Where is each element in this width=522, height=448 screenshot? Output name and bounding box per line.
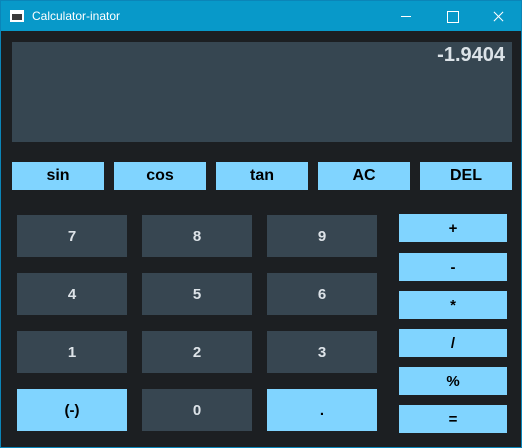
maximize-button[interactable] xyxy=(429,1,475,31)
window-app-icon xyxy=(10,10,24,22)
add-button[interactable]: + xyxy=(399,214,507,242)
sin-button[interactable]: sin xyxy=(12,162,104,190)
decimal-point-button[interactable]: . xyxy=(267,389,377,431)
digit-9-button[interactable]: 9 xyxy=(267,215,377,257)
digit-8-button[interactable]: 8 xyxy=(142,215,252,257)
digit-0-button[interactable]: 0 xyxy=(142,389,252,431)
digit-2-button[interactable]: 2 xyxy=(142,331,252,373)
cos-button[interactable]: cos xyxy=(114,162,206,190)
divide-button[interactable]: / xyxy=(399,329,507,357)
multiply-button[interactable]: * xyxy=(399,291,507,319)
title-bar[interactable]: Calculator-inator xyxy=(1,1,521,31)
calculator-window: Calculator-inator -1.9404 sin cos tan AC… xyxy=(0,0,522,448)
digit-4-button[interactable]: 4 xyxy=(17,273,127,315)
delete-button[interactable]: DEL xyxy=(420,162,512,190)
equals-button[interactable]: = xyxy=(399,405,507,433)
calculator-display: -1.9404 xyxy=(12,42,512,142)
subtract-button[interactable]: - xyxy=(399,253,507,281)
display-value: -1.9404 xyxy=(437,44,505,66)
minimize-button[interactable] xyxy=(383,1,429,31)
tan-button[interactable]: tan xyxy=(216,162,308,190)
digit-3-button[interactable]: 3 xyxy=(267,331,377,373)
digit-6-button[interactable]: 6 xyxy=(267,273,377,315)
modulo-button[interactable]: % xyxy=(399,367,507,395)
digit-7-button[interactable]: 7 xyxy=(17,215,127,257)
close-button[interactable] xyxy=(475,1,521,31)
window-title: Calculator-inator xyxy=(32,9,121,23)
all-clear-button[interactable]: AC xyxy=(318,162,410,190)
digit-1-button[interactable]: 1 xyxy=(17,331,127,373)
digit-5-button[interactable]: 5 xyxy=(142,273,252,315)
negate-button[interactable]: (-) xyxy=(17,389,127,431)
